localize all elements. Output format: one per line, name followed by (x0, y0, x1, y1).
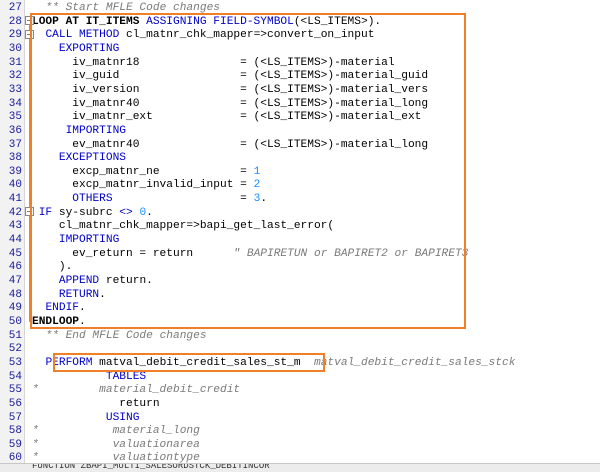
line-number: 39 (8, 165, 22, 178)
line-number: 31 (8, 56, 22, 69)
code-text: * valuationtype (32, 452, 200, 463)
line-number: 37 (8, 138, 22, 151)
code-line[interactable]: 54 TABLES (0, 371, 600, 384)
line-number: 52 (8, 343, 22, 356)
line-number: 57 (8, 411, 22, 424)
code-token: USING (105, 411, 140, 424)
line-number: 54 (8, 370, 22, 383)
code-line[interactable]: 59 * valuationarea (0, 439, 600, 452)
code-token: ** End MFLE Code changes (45, 329, 207, 342)
line-number: 38 (8, 152, 22, 165)
code-token: * material_debit_credit (32, 384, 241, 397)
line-number: 40 (8, 179, 22, 192)
line-number: 30 (8, 42, 22, 55)
code-text: * material_debit_credit (32, 384, 240, 397)
line-number: 49 (8, 302, 22, 315)
status-bar-text: FUNCTION ZBAPI_MULTI_SALESORDSTCK_DEBITI… (32, 463, 270, 471)
code-token: * valuationtype (32, 452, 200, 463)
line-number: 58 (8, 425, 22, 438)
line-number: 59 (8, 438, 22, 451)
code-editor[interactable]: 27 ** Start MFLE Code changes 28 LOOP AT I… (0, 0, 600, 463)
code-line[interactable]: 55 * material_debit_credit (0, 384, 600, 397)
line-number: 27 (8, 2, 22, 14)
line-number: 60 (8, 452, 22, 463)
line-number: 33 (8, 83, 22, 96)
perform-statement-highlight-box (53, 353, 325, 372)
code-token: matval_debit_credit_sales_stck (314, 356, 516, 369)
line-number: 36 (8, 124, 22, 137)
code-line[interactable]: 51 ** End MFLE Code changes (0, 330, 600, 343)
code-text: return (32, 397, 160, 411)
line-number: 53 (8, 356, 22, 369)
line-number: 35 (8, 111, 22, 124)
line-number: 44 (8, 234, 22, 247)
loop-block-highlight-box (30, 13, 466, 329)
code-token: * valuationarea (32, 438, 200, 451)
code-line[interactable]: 60 * valuationtype (0, 452, 600, 463)
code-token: * material_long (32, 425, 200, 438)
code-text: USING (32, 411, 140, 425)
line-number: 42 (8, 206, 22, 219)
line-number: 32 (8, 70, 22, 83)
code-line[interactable]: 57 USING (0, 412, 600, 425)
line-number: 45 (8, 247, 22, 260)
line-number: 43 (8, 220, 22, 233)
line-number: 56 (8, 397, 22, 410)
code-line[interactable]: 58 * material_long (0, 425, 600, 438)
code-line[interactable]: 56 return (0, 398, 600, 411)
code-token: return (32, 397, 160, 410)
code-text: * material_long (32, 425, 200, 438)
line-number: 51 (8, 329, 22, 342)
line-number: 47 (8, 275, 22, 287)
code-text: ** End MFLE Code changes (32, 329, 207, 343)
line-number: 50 (8, 315, 22, 328)
line-number: 46 (8, 261, 22, 274)
line-number: 55 (8, 384, 22, 397)
line-number: 41 (8, 193, 22, 206)
line-number: 28 (8, 15, 22, 28)
line-number: 48 (8, 288, 22, 301)
code-text: TABLES (32, 371, 146, 384)
code-token: TABLES (105, 370, 147, 383)
line-number: 34 (8, 97, 22, 110)
line-number: 29 (8, 29, 22, 42)
code-text: * valuationarea (32, 439, 200, 452)
